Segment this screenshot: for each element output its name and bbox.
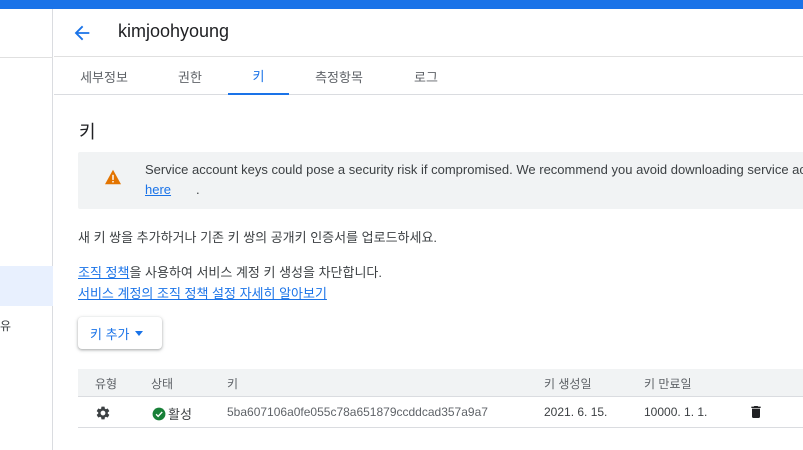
- nav-item-label[interactable]: 유: [0, 317, 11, 334]
- status-label: 활성: [168, 407, 192, 422]
- top-app-bar: [0, 0, 803, 9]
- header-status: 상태: [151, 377, 174, 391]
- section-title: 키: [79, 122, 96, 142]
- policy-line: 조직 정책을 사용하여 서비스 계정 키 생성을 차단합니다.: [78, 262, 382, 281]
- tab-details[interactable]: 세부정보: [66, 58, 142, 95]
- trash-icon[interactable]: [748, 404, 764, 420]
- add-key-label: 키 추가: [90, 326, 130, 342]
- nav-divider: [0, 57, 53, 58]
- alert-period: .: [196, 182, 200, 197]
- policy-text: 을 사용하여 서비스 계정 키 생성을 차단합니다.: [129, 265, 382, 280]
- alert-text: Service account keys could pose a securi…: [145, 162, 803, 177]
- learn-more-link[interactable]: 서비스 계정의 조직 정책 설정 자세히 알아보기: [78, 283, 327, 302]
- header-expires: 키 만료일: [644, 377, 692, 391]
- org-policy-link[interactable]: 조직 정책: [78, 265, 129, 280]
- tab-logs[interactable]: 로그: [400, 58, 452, 95]
- key-created-date: 2021. 6. 15.: [544, 405, 608, 419]
- key-id: 5ba607106a0fe055c78a651879ccddcad357a9a7: [227, 405, 488, 419]
- alert-here-link[interactable]: here: [145, 182, 171, 197]
- tab-bar: 세부정보 권한 키 측정항목 로그: [54, 58, 803, 95]
- header-key: 키: [227, 377, 239, 391]
- tab-keys[interactable]: 키: [228, 58, 289, 95]
- tab-permissions[interactable]: 권한: [164, 58, 216, 95]
- header-created: 키 생성일: [544, 377, 592, 391]
- header-type: 유형: [95, 377, 118, 391]
- check-circle-icon: [152, 407, 166, 420]
- chevron-down-icon: [134, 330, 143, 336]
- page-header: kimjoohyoung: [54, 9, 803, 57]
- key-expiry-date: 10000. 1. 1.: [644, 405, 708, 419]
- add-key-button[interactable]: 키 추가: [78, 317, 162, 349]
- warning-icon: [105, 169, 121, 185]
- page-title: kimjoohyoung: [118, 21, 230, 41]
- gear-icon: [96, 406, 110, 420]
- nav-item-selected[interactable]: [0, 266, 53, 306]
- keys-description: 새 키 쌍을 추가하거나 기존 키 쌍의 공개키 인증서를 업로드하세요.: [78, 230, 438, 245]
- main-content: kimjoohyoung 세부정보 권한 키 측정항목 로그 키 Service…: [54, 9, 803, 450]
- status-active: 활성: [152, 404, 192, 423]
- table-header: 유형 상태 키 키 생성일 키 만료일: [78, 369, 803, 397]
- left-nav: 유: [0, 9, 53, 450]
- security-alert: Service account keys could pose a securi…: [78, 152, 803, 209]
- back-arrow-icon[interactable]: [71, 22, 93, 44]
- table-row: 활성 5ba607106a0fe055c78a651879ccddcad357a…: [78, 398, 803, 428]
- tab-metrics[interactable]: 측정항목: [302, 58, 376, 95]
